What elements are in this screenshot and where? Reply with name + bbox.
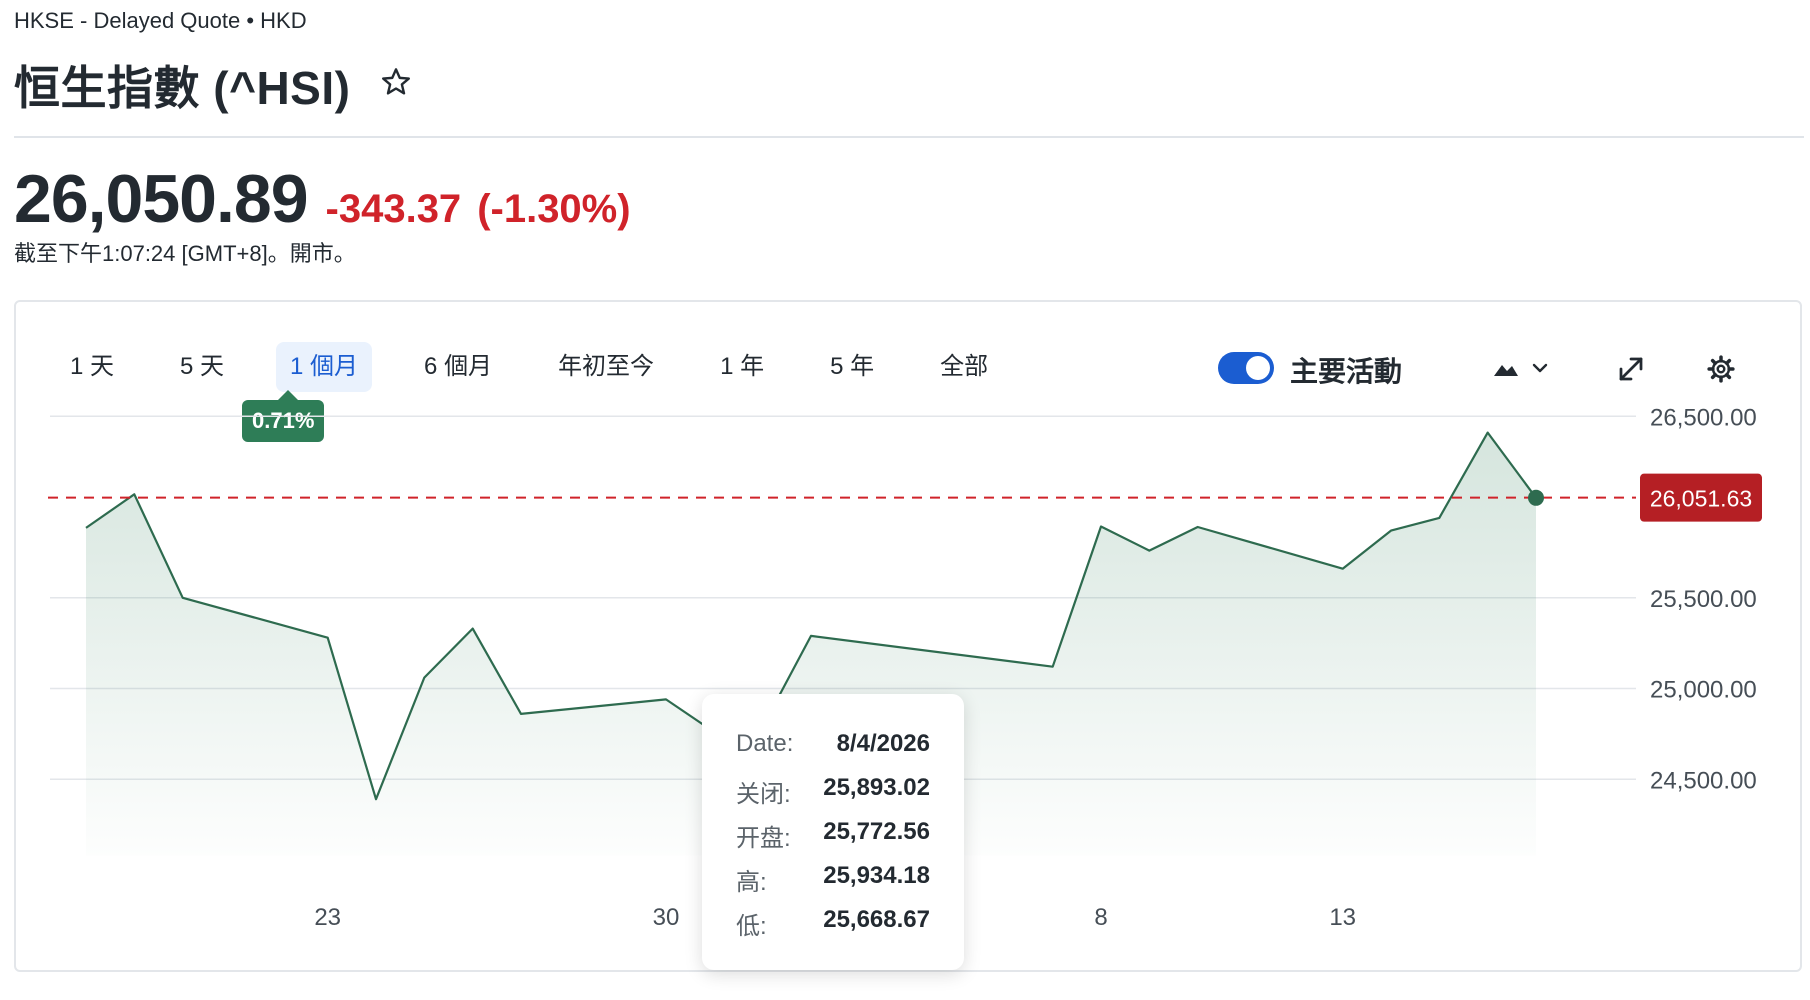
tooltip-date-label: Date:: [736, 730, 794, 757]
tooltip-open-value: 25,772.56: [823, 818, 930, 845]
tooltip-date-value: 8/4/2026: [836, 730, 930, 757]
reference-label: 26,051.63: [1650, 486, 1752, 512]
tooltip-date-row: Date: 8/4/2026: [736, 730, 930, 774]
tooltip-open-label: 开盘:: [736, 825, 791, 852]
tooltip-high-label: 高:: [736, 869, 767, 896]
y-tick-label: 26,500.00: [1650, 404, 1757, 431]
x-tick-label: 13: [1329, 904, 1356, 931]
y-tick-label: 24,500.00: [1650, 767, 1757, 794]
y-tick-label: 25,500.00: [1650, 586, 1757, 613]
x-tick-label: 8: [1094, 904, 1107, 931]
tooltip-low-value: 25,668.67: [823, 906, 930, 933]
tooltip-high-row: 高: 25,934.18: [736, 862, 930, 906]
tooltip-low-row: 低: 25,668.67: [736, 906, 930, 950]
tooltip-low-label: 低:: [736, 913, 767, 940]
tooltip-close-label: 关闭:: [736, 781, 791, 808]
x-tick-label: 30: [653, 904, 680, 931]
x-tick-label: 23: [314, 904, 341, 931]
y-tick-label: 25,000.00: [1650, 677, 1757, 704]
tooltip-close-row: 关闭: 25,893.02: [736, 774, 930, 818]
tooltip-high-value: 25,934.18: [823, 862, 930, 889]
chart-tooltip: Date: 8/4/2026 关闭: 25,893.02 开盘: 25,772.…: [702, 694, 964, 970]
tooltip-open-row: 开盘: 25,772.56: [736, 818, 930, 862]
last-point-marker: [1528, 489, 1544, 506]
tooltip-close-value: 25,893.02: [823, 774, 930, 801]
